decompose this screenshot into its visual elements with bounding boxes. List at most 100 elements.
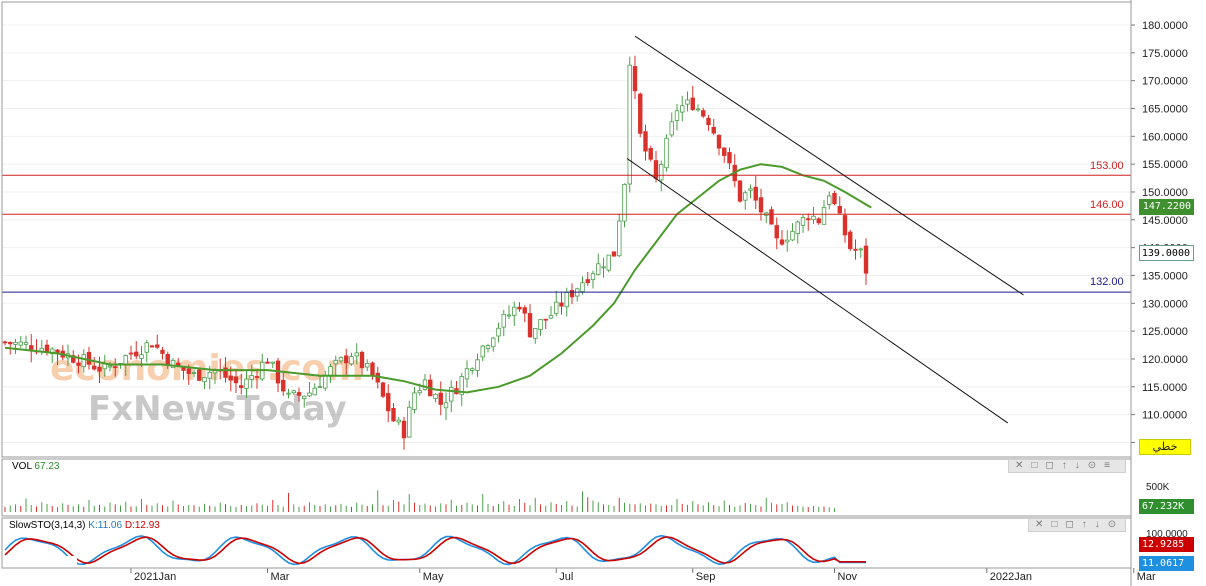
price-tick-label: 155.0000 xyxy=(1142,159,1188,171)
panel-control-icon[interactable]: ✕ xyxy=(1035,519,1043,531)
panel-control-icon[interactable]: □ xyxy=(1051,519,1057,531)
price-tick-label: 135.0000 xyxy=(1142,270,1188,282)
stochastic-d-line xyxy=(4,536,866,565)
candle-body xyxy=(81,354,86,368)
panel-control-icon[interactable]: ↑ xyxy=(1082,519,1087,531)
time-axis: 2021Jan Mar May Jul Sep Nov 2022Jan Mar xyxy=(130,568,1156,583)
candle-body xyxy=(155,344,160,348)
current-price-tag: 139.0000 xyxy=(1139,245,1194,261)
candle-body xyxy=(291,390,296,394)
candle-body xyxy=(317,386,323,389)
price-tick-label: 175.0000 xyxy=(1142,48,1188,60)
stochastic-k-tag: 11.0617 xyxy=(1139,556,1194,571)
candle-body xyxy=(585,279,590,284)
candle-body xyxy=(23,342,29,345)
candle-body xyxy=(659,163,664,181)
candle-body xyxy=(239,385,244,389)
stochastic-legend: SlowSTO(3,14,3) K:11.06 D:12.93 xyxy=(9,520,160,531)
time-tick-label: Mar xyxy=(1137,571,1156,583)
candle-body xyxy=(674,110,680,121)
candle-body xyxy=(706,117,711,126)
candle-body xyxy=(664,137,669,169)
candle-body xyxy=(149,345,155,348)
candle-body xyxy=(643,131,648,152)
level-153-label: 153.00 xyxy=(1090,160,1124,172)
candle-body xyxy=(302,395,307,399)
candle-body xyxy=(18,341,23,346)
candle-body xyxy=(386,393,391,412)
volume-panel-controls: ✕ □ ◻ ↑ ↓ ⊙ ≡ xyxy=(1008,459,1126,473)
volume-legend: VOL 67.23 xyxy=(12,461,59,472)
line-mode-badge[interactable]: خطي xyxy=(1139,439,1191,455)
candle-body xyxy=(333,359,338,365)
candle-body xyxy=(648,148,653,160)
candle-body xyxy=(365,363,370,368)
panel-control-icon[interactable]: ↑ xyxy=(1062,460,1067,472)
candle-body xyxy=(207,371,212,379)
candle-body xyxy=(433,393,438,399)
stochastic-panel-frame xyxy=(1,517,1132,569)
candle-body xyxy=(370,362,375,376)
candle-body xyxy=(722,147,727,156)
candle-body xyxy=(286,392,291,395)
candle-body xyxy=(254,376,260,378)
candle-body xyxy=(233,376,239,384)
candle-body xyxy=(701,110,706,117)
panel-control-icon[interactable]: ≡ xyxy=(1104,460,1110,472)
candle-body xyxy=(716,134,722,149)
candle-body xyxy=(113,366,118,369)
panel-control-icon[interactable]: □ xyxy=(1031,460,1037,472)
candle-body xyxy=(134,351,139,357)
candle-body xyxy=(270,361,275,364)
candle-body xyxy=(76,362,81,366)
candle-body xyxy=(858,248,863,251)
panel-control-icon[interactable]: ↓ xyxy=(1095,519,1100,531)
candle-body xyxy=(837,206,842,214)
panel-control-icon[interactable]: ⊙ xyxy=(1108,519,1116,531)
candle-body xyxy=(464,368,470,380)
candle-body xyxy=(727,152,732,164)
panel-control-icon[interactable]: ↓ xyxy=(1075,460,1080,472)
candle-body xyxy=(774,225,779,239)
candle-body xyxy=(354,352,359,357)
price-tick-label: 130.0000 xyxy=(1142,298,1188,310)
channel-line-lower xyxy=(626,158,1009,424)
candle-body xyxy=(800,216,806,226)
candle-body xyxy=(438,392,443,405)
price-tick-label: 120.0000 xyxy=(1142,354,1188,366)
candle-body xyxy=(323,374,328,389)
candle-body xyxy=(344,355,349,364)
stochastic-d-tag: 12.9285 xyxy=(1139,537,1194,552)
candle-body xyxy=(13,341,18,345)
price-tick-label: 125.0000 xyxy=(1142,326,1188,338)
stochastic-k-line xyxy=(4,534,866,566)
price-tick-label: 170.0000 xyxy=(1142,76,1188,88)
candle-body xyxy=(596,263,601,275)
candle-body xyxy=(412,392,417,410)
stochastic-mask xyxy=(3,556,77,585)
candle-body xyxy=(533,328,538,339)
price-tick-label: 115.0000 xyxy=(1142,382,1187,394)
channel-line-upper xyxy=(634,35,1024,296)
candle-body xyxy=(128,352,134,355)
panel-control-icon[interactable]: ✕ xyxy=(1015,460,1023,472)
candle-body xyxy=(506,314,512,317)
candle-body xyxy=(86,351,92,365)
panel-control-icon[interactable]: ⊙ xyxy=(1088,460,1096,472)
candle-body xyxy=(580,282,585,292)
candle-body xyxy=(107,365,113,368)
trading-chart[interactable]: 180.0000 175.0000 170.0000 165.0000 160.0000… xyxy=(0,0,1206,586)
price-tick-label: 110.0000 xyxy=(1142,410,1187,422)
candle-body xyxy=(338,356,344,362)
panel-control-icon[interactable]: ◻ xyxy=(1065,519,1073,531)
price-tick-label: 160.0000 xyxy=(1142,131,1188,143)
candle-body xyxy=(632,66,638,92)
candle-body xyxy=(186,368,191,374)
candle-body xyxy=(359,351,365,369)
candle-body xyxy=(821,206,827,225)
panel-control-icon[interactable]: ◻ xyxy=(1045,460,1053,472)
candle-body xyxy=(617,220,622,257)
candle-body xyxy=(328,366,333,376)
candle-body xyxy=(485,345,491,349)
candle-body xyxy=(470,368,475,371)
